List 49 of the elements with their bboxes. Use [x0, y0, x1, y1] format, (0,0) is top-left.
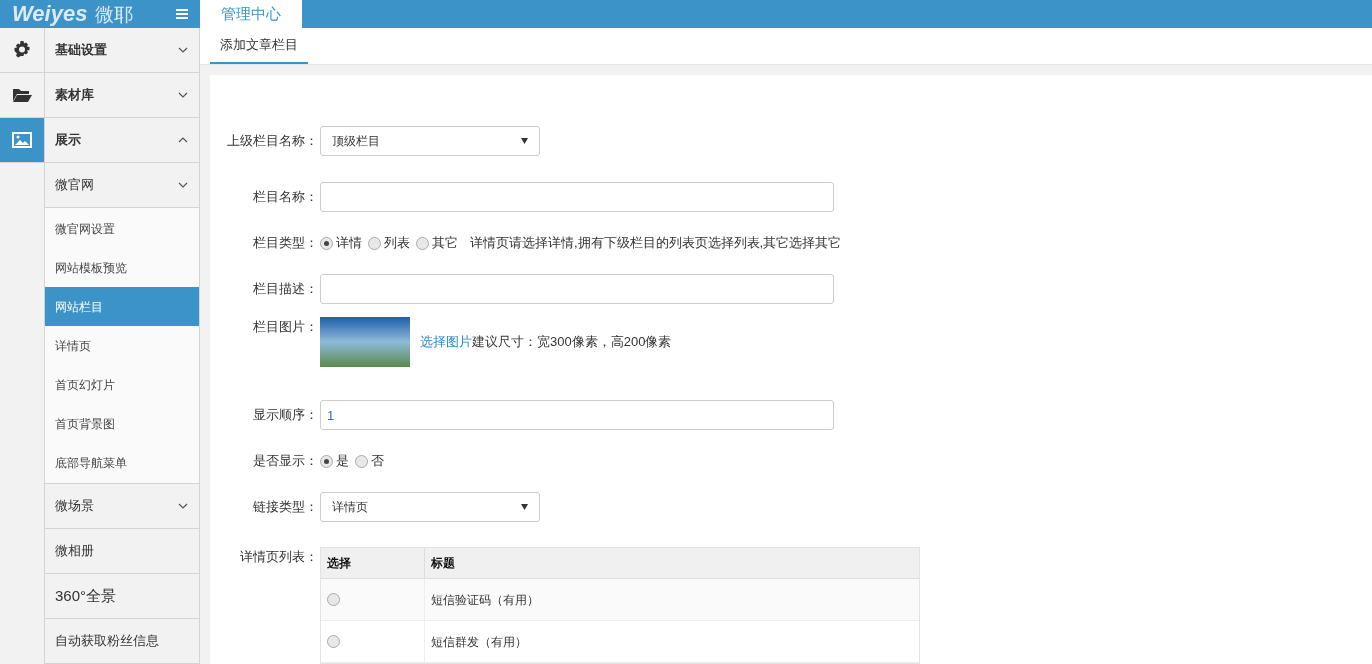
radio-button[interactable] — [320, 236, 333, 250]
field-label: 栏目描述： — [252, 280, 319, 299]
select-image-link[interactable]: 选择图片 — [420, 334, 472, 350]
field-label: 是否显示： — [252, 452, 319, 471]
dropdown-arrow-icon — [521, 138, 528, 144]
submenu-item[interactable]: 首页背景图 — [45, 404, 199, 443]
hint-text: 详情页请选择详情,拥有下级栏目的列表页选择列表,其它选择其它 — [470, 234, 842, 253]
table-cell-text: 短信群发（有用） — [430, 633, 528, 651]
image-icon — [12, 132, 32, 148]
select-field[interactable]: 顶级栏目 — [320, 126, 540, 156]
radio-button[interactable] — [327, 635, 340, 648]
radio-button[interactable] — [368, 236, 381, 250]
radio-button[interactable] — [320, 454, 333, 468]
logo-text-cn: 微耶 — [95, 4, 134, 24]
radio-label: 其它 — [432, 234, 458, 253]
radio-label: 否 — [371, 452, 384, 471]
column-header: 标题 — [430, 555, 456, 572]
top-tab[interactable]: 管理中心 — [200, 0, 302, 28]
input-field[interactable] — [320, 274, 834, 304]
table-cell-text: 短信验证码（有用） — [430, 591, 540, 609]
submenu-item[interactable]: 微官网设置 — [45, 209, 199, 248]
dropdown-arrow-icon — [521, 504, 528, 510]
radio-label: 列表 — [384, 234, 410, 253]
radio-label: 是 — [336, 452, 349, 471]
field-label: 栏目图片： — [252, 318, 319, 336]
folder-icon — [12, 87, 32, 103]
radio-label: 详情 — [336, 234, 362, 253]
submenu-item[interactable]: 详情页 — [45, 326, 199, 365]
logo-text: Weiyes — [12, 3, 88, 25]
field-label: 显示顺序： — [252, 406, 319, 425]
radio-button[interactable] — [416, 236, 429, 250]
submenu-item[interactable]: 底部导航菜单 — [45, 443, 199, 482]
field-label: 栏目类型： — [252, 234, 319, 253]
menu-icon[interactable] — [176, 9, 188, 19]
field-label: 链接类型： — [252, 498, 319, 517]
select-field[interactable]: 详情页 — [320, 492, 540, 522]
input-field[interactable] — [320, 182, 834, 212]
gear-icon — [12, 40, 32, 60]
submenu-item[interactable]: 首页幻灯片 — [45, 365, 199, 404]
radio-button[interactable] — [327, 593, 340, 606]
sub-tab[interactable]: 添加文章栏目 — [210, 27, 308, 64]
field-label: 栏目名称： — [252, 188, 319, 207]
image-hint: 选择图片建议尺寸：宽300像素，高200像素 — [420, 333, 672, 352]
field-label: 详情页列表： — [239, 548, 319, 566]
field-label: 上级栏目名称： — [226, 132, 319, 151]
radio-button[interactable] — [355, 454, 368, 468]
column-header: 选择 — [321, 548, 425, 578]
input-field[interactable]: 1 — [320, 400, 834, 430]
submenu-item[interactable]: 网站模板预览 — [45, 248, 199, 287]
